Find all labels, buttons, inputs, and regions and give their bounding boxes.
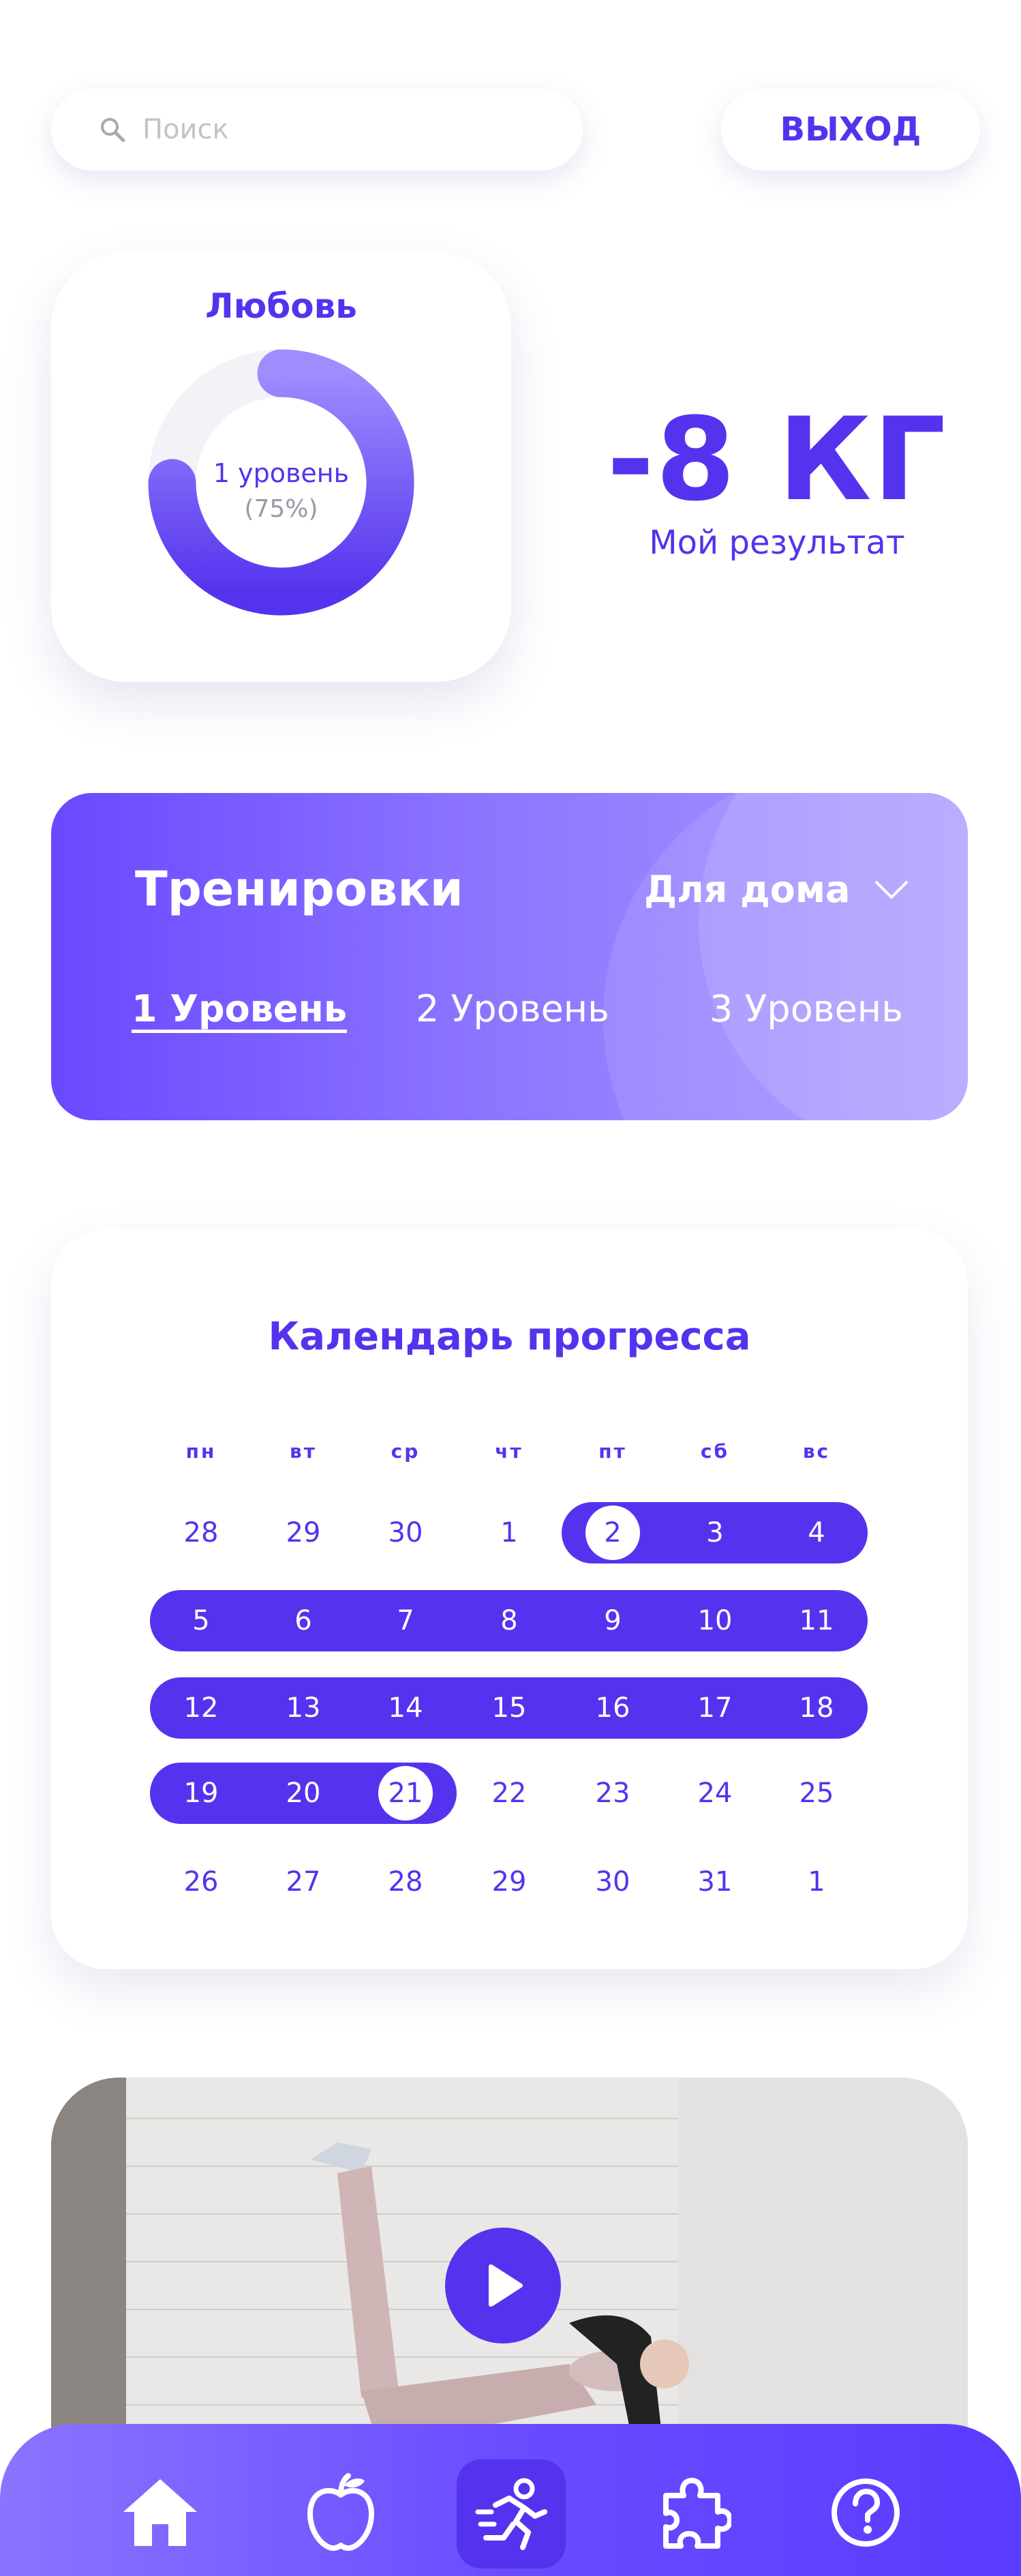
calendar-day[interactable]: 26 [160, 1851, 242, 1913]
trainings-card: Тренировки Для дома 1 Уровень 2 Уровень … [51, 793, 968, 1120]
nav-workouts[interactable] [457, 2459, 566, 2568]
running-icon [475, 2478, 547, 2550]
play-button[interactable] [445, 2228, 561, 2343]
calendar-day[interactable]: 31 [674, 1851, 756, 1913]
tab-level-3[interactable]: 3 Уровень [710, 987, 903, 1030]
calendar-day[interactable]: 10 [674, 1590, 756, 1651]
nav-nutrition[interactable] [293, 2465, 388, 2560]
weekday-label: пн [185, 1440, 217, 1463]
weekday-label: пт [598, 1440, 627, 1463]
calendar-day[interactable]: 19 [160, 1763, 242, 1824]
calendar-day[interactable]: 9 [572, 1590, 654, 1651]
calendar-day[interactable]: 7 [365, 1590, 446, 1651]
calendar-day[interactable]: 30 [365, 1502, 446, 1563]
calendar-day[interactable]: 30 [572, 1851, 654, 1913]
search-icon [101, 118, 125, 143]
puzzle-icon [663, 2478, 731, 2549]
play-icon [489, 2264, 523, 2307]
nav-games[interactable] [646, 2465, 742, 2560]
weekday-label: чт [495, 1440, 523, 1463]
calendar-day[interactable]: 17 [674, 1677, 756, 1739]
calendar-day[interactable]: 4 [776, 1502, 857, 1563]
help-icon [832, 2478, 900, 2547]
calendar-day[interactable]: 25 [776, 1763, 857, 1824]
weekday-label: вс [802, 1440, 831, 1463]
result-block: -8 КГ Мой результат [600, 402, 954, 562]
calendar-title: Календарь прогресса [268, 1315, 751, 1359]
progress-percent: (75%) [244, 495, 318, 523]
level-label: 1 уровень [213, 458, 350, 488]
calendar-day[interactable]: 16 [572, 1677, 654, 1739]
calendar-day[interactable]: 21 [365, 1763, 446, 1824]
calendar-day[interactable]: 13 [262, 1677, 344, 1739]
weekday-label: ср [391, 1440, 421, 1463]
calendar-day[interactable]: 29 [262, 1502, 344, 1563]
calendar-day[interactable]: 5 [160, 1590, 242, 1651]
tab-level-2[interactable]: 2 Уровень [416, 987, 609, 1030]
weekday-label: вт [290, 1440, 317, 1463]
calendar-day[interactable]: 27 [262, 1851, 344, 1913]
calendar-day[interactable]: 22 [468, 1763, 550, 1824]
calendar-day[interactable]: 29 [468, 1851, 550, 1913]
calendar-day[interactable]: 18 [776, 1677, 857, 1739]
weekday-label: сб [700, 1440, 730, 1463]
chevron-down-icon [875, 880, 909, 899]
calendar-day[interactable]: 20 [262, 1763, 344, 1824]
trainings-title: Тренировки [135, 861, 463, 917]
calendar-day[interactable]: 1 [468, 1502, 550, 1563]
calendar-day[interactable]: 14 [365, 1677, 446, 1739]
calendar-day[interactable]: 28 [365, 1851, 446, 1913]
calendar-day[interactable]: 1 [776, 1851, 857, 1913]
calendar-day[interactable]: 2 [572, 1502, 654, 1563]
calendar-day[interactable]: 8 [468, 1590, 550, 1651]
calendar-day[interactable]: 12 [160, 1677, 242, 1739]
bottom-nav [0, 2424, 1021, 2576]
calendar-day[interactable]: 6 [262, 1590, 344, 1651]
logout-button[interactable]: ВЫХОД [721, 89, 980, 170]
location-dropdown[interactable]: Для дома [644, 868, 909, 911]
result-caption: Мой результат [649, 524, 905, 562]
progress-calendar: Календарь прогресса пн вт ср чт пт сб вс 28 29 30… [51, 1229, 968, 1969]
calendar-day[interactable]: 3 [674, 1502, 756, 1563]
weight-result: -8 КГ [607, 393, 947, 526]
dropdown-value: Для дома [644, 868, 851, 911]
nav-home[interactable] [112, 2465, 208, 2560]
home-icon [123, 2479, 197, 2546]
search-bar[interactable] [51, 89, 583, 170]
profile-card: Любовь 1 уровень (75%) [51, 252, 511, 682]
tab-level-1[interactable]: 1 Уровень [132, 987, 347, 1030]
user-name: Любовь [205, 286, 357, 326]
calendar-day[interactable]: 15 [468, 1677, 550, 1739]
calendar-day[interactable]: 24 [674, 1763, 756, 1824]
apple-icon [307, 2473, 374, 2551]
search-input[interactable] [141, 113, 525, 146]
calendar-day[interactable]: 28 [160, 1502, 242, 1563]
calendar-day[interactable]: 23 [572, 1763, 654, 1824]
calendar-day[interactable]: 11 [776, 1590, 857, 1651]
nav-help[interactable] [818, 2465, 913, 2560]
